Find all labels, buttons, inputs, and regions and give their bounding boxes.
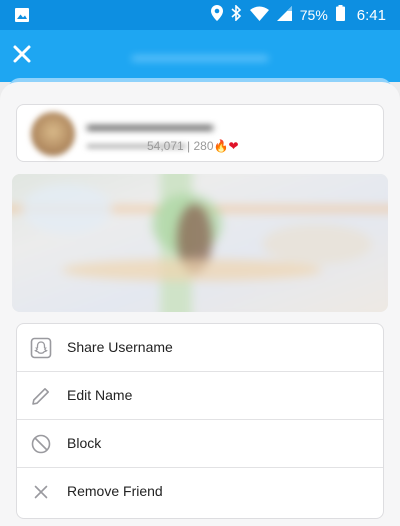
status-bar: 75% 6:41 — [0, 0, 400, 30]
remove-friend-label: Remove Friend — [67, 483, 163, 499]
snap-map-preview[interactable] — [12, 174, 388, 312]
location-icon — [210, 5, 223, 25]
battery-percent: 75% — [299, 7, 328, 23]
share-username-row[interactable]: Share Username — [17, 324, 383, 372]
block-label: Block — [67, 435, 102, 451]
profile-card[interactable]: ▬▬▬▬▬▬▬▬▬ ▬▬▬▬▬▬▬▬▬ 54,071 | 280🔥❤ — [16, 104, 384, 162]
edit-name-label: Edit Name — [67, 387, 133, 403]
block-icon — [31, 434, 51, 454]
block-row[interactable]: Block — [17, 420, 383, 468]
header-title-blurred: ▬▬▬▬▬▬▬▬ — [132, 46, 268, 65]
snap-score-and-streak: 54,071 | 280 — [147, 139, 214, 153]
battery-icon — [335, 5, 345, 25]
heart-emoji: ❤ — [228, 139, 239, 153]
profile-name-blurred: ▬▬▬▬▬▬▬▬▬ — [87, 117, 213, 133]
snapchat-ghost-icon — [30, 337, 52, 359]
x-icon — [34, 485, 48, 499]
avatar[interactable] — [31, 112, 75, 156]
edit-name-row[interactable]: Edit Name — [17, 372, 383, 420]
actions-list: Share Username Edit Name Block Remove Fr… — [16, 323, 384, 519]
profile-screen: 75% 6:41 ▬▬▬▬▬▬▬▬ ▬▬▬▬▬▬▬▬▬ ▬▬▬▬▬▬▬▬▬ 54… — [0, 0, 400, 526]
status-time: 6:41 — [356, 6, 386, 24]
profile-stats: 54,071 | 280🔥❤ — [147, 139, 239, 153]
pencil-icon — [32, 388, 49, 405]
fire-emoji: 🔥 — [213, 139, 229, 153]
share-username-label: Share Username — [67, 339, 173, 355]
header-bar: ▬▬▬▬▬▬▬▬ — [0, 30, 400, 82]
signal-icon — [276, 5, 292, 25]
wifi-icon — [249, 6, 269, 25]
remove-friend-row[interactable]: Remove Friend — [17, 468, 383, 516]
bluetooth-icon — [231, 4, 242, 25]
image-notification-icon — [14, 7, 30, 28]
map-blurred-content — [12, 174, 388, 312]
